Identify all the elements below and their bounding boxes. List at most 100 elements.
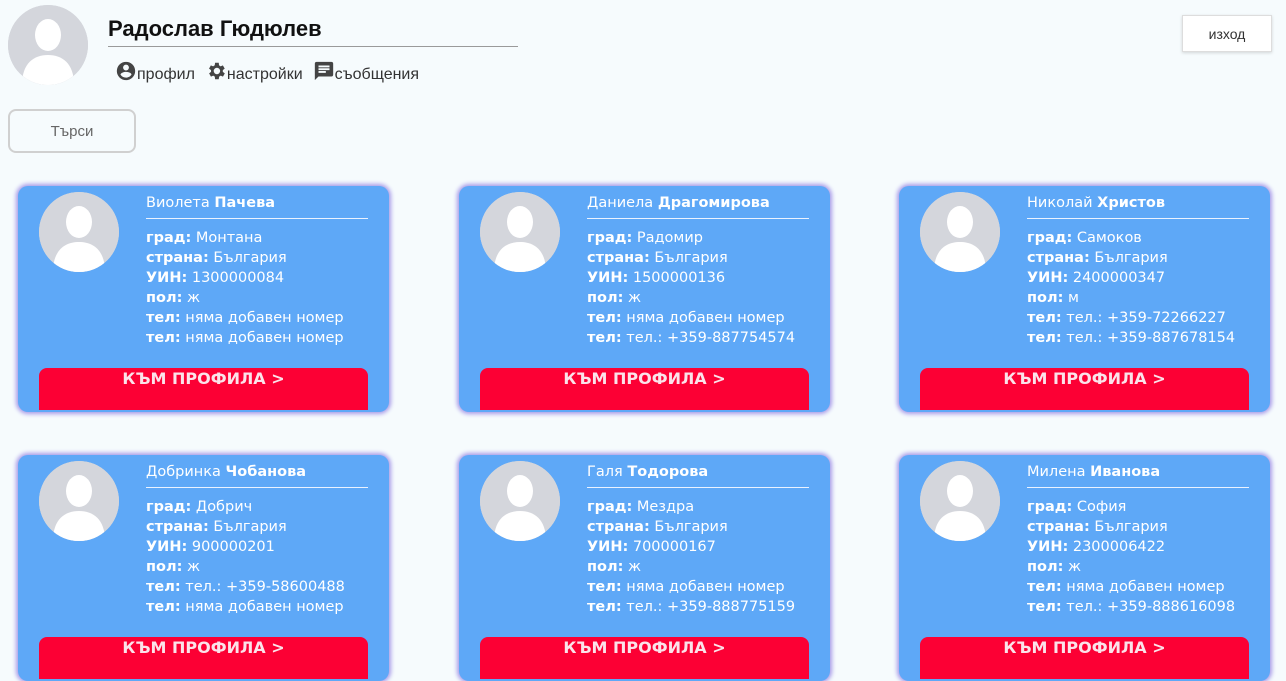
detail-row-gender: пол: ж — [587, 557, 795, 577]
detail-value: няма добавен номер — [626, 579, 785, 595]
detail-label: тел: — [146, 599, 181, 615]
detail-row-gender: пол: ж — [1027, 557, 1235, 577]
detail-value: Самоков — [1076, 230, 1142, 246]
person-card: Милена Иванова град: София страна: Българи… — [899, 455, 1270, 681]
gear-icon — [205, 60, 227, 82]
detail-row-country: страна: България — [1027, 248, 1235, 268]
to-profile-button[interactable]: КЪМ ПРОФИЛА > — [480, 368, 809, 410]
person-name: Галя Тодорова — [587, 461, 809, 488]
account-circle-icon — [115, 60, 137, 82]
nav-settings[interactable]: настройки — [205, 60, 303, 83]
nav-messages[interactable]: съобщения — [313, 60, 420, 83]
person-details: град: Радомир страна: България УИН: 150000… — [587, 228, 795, 348]
detail-row-city: град: Монтана — [146, 228, 344, 248]
person-last-name: Чобанова — [225, 464, 307, 480]
person-avatar — [920, 461, 1000, 541]
detail-label: страна: — [1027, 250, 1090, 266]
detail-label: пол: — [1027, 290, 1064, 306]
detail-row-city: град: София — [1027, 497, 1235, 517]
detail-value: 900000201 — [191, 539, 275, 555]
detail-row-city: град: Мездра — [587, 497, 795, 517]
detail-label: тел: — [146, 330, 181, 346]
detail-label: тел: — [1027, 599, 1062, 615]
detail-row-phone1: тел: няма добавен номер — [1027, 577, 1235, 597]
detail-row-phone2: тел: тел.: +359-888616098 — [1027, 597, 1235, 617]
detail-value: тел.: +359-58600488 — [185, 579, 345, 595]
detail-row-phone1: тел: няма добавен номер — [587, 308, 795, 328]
detail-value: 1500000136 — [632, 270, 726, 286]
detail-value: няма добавен номер — [1066, 579, 1225, 595]
detail-row-phone1: тел: няма добавен номер — [146, 308, 344, 328]
detail-label: УИН: — [1027, 539, 1069, 555]
person-avatar — [39, 192, 119, 272]
person-silhouette-icon — [920, 461, 1000, 541]
detail-label: град: — [587, 499, 633, 515]
person-avatar — [480, 461, 560, 541]
detail-label: страна: — [1027, 519, 1090, 535]
header: Радослав Гюдюлев профил настройки съобще… — [0, 0, 1286, 100]
search-button[interactable]: Търси — [8, 109, 136, 153]
person-avatar — [480, 192, 560, 272]
person-first-name: Галя — [587, 464, 623, 480]
user-avatar[interactable] — [8, 5, 88, 85]
person-first-name: Милена — [1027, 464, 1086, 480]
detail-label: страна: — [146, 250, 209, 266]
detail-row-phone2: тел: тел.: +359-887678154 — [1027, 328, 1235, 348]
to-profile-button[interactable]: КЪМ ПРОФИЛА > — [39, 368, 368, 410]
nav-messages-label: съобщения — [334, 66, 420, 83]
detail-value: ж — [628, 290, 642, 306]
nav-settings-label: настройки — [226, 66, 303, 83]
detail-value: м — [1068, 290, 1079, 306]
detail-label: тел: — [587, 330, 622, 346]
person-details: град: Добрич страна: България УИН: 9000002… — [146, 497, 345, 617]
to-profile-button[interactable]: КЪМ ПРОФИЛА > — [920, 637, 1249, 679]
detail-row-phone2: тел: няма добавен номер — [146, 597, 345, 617]
to-profile-button[interactable]: КЪМ ПРОФИЛА > — [480, 637, 809, 679]
detail-value: тел.: +359-888775159 — [626, 599, 796, 615]
detail-row-gender: пол: м — [1027, 288, 1235, 308]
person-silhouette-icon — [480, 192, 560, 272]
detail-row-country: страна: България — [587, 248, 795, 268]
detail-label: страна: — [587, 519, 650, 535]
detail-row-country: страна: България — [146, 248, 344, 268]
detail-value: няма добавен номер — [185, 599, 344, 615]
person-name: Милена Иванова — [1027, 461, 1249, 488]
person-first-name: Добринка — [146, 464, 221, 480]
nav-profile-label: профил — [137, 66, 195, 83]
detail-label: град: — [1027, 230, 1073, 246]
detail-row-city: град: Радомир — [587, 228, 795, 248]
person-name: Добринка Чобанова — [146, 461, 368, 488]
detail-value: България — [213, 519, 287, 535]
detail-row-phone2: тел: няма добавен номер — [146, 328, 344, 348]
person-silhouette-icon — [920, 192, 1000, 272]
nav-profile[interactable]: профил — [115, 60, 195, 83]
detail-label: тел: — [146, 579, 181, 595]
detail-value: тел.: +359-72266227 — [1066, 310, 1226, 326]
detail-row-uin: УИН: 900000201 — [146, 537, 345, 557]
detail-value: ж — [1068, 559, 1082, 575]
detail-label: тел: — [1027, 330, 1062, 346]
person-first-name: Николай — [1027, 195, 1093, 211]
person-name: Виолета Пачева — [146, 192, 368, 219]
detail-row-uin: УИН: 1500000136 — [587, 268, 795, 288]
logout-button[interactable]: изход — [1182, 15, 1272, 52]
to-profile-button[interactable]: КЪМ ПРОФИЛА > — [39, 637, 368, 679]
person-last-name: Иванова — [1090, 464, 1161, 480]
detail-row-uin: УИН: 2400000347 — [1027, 268, 1235, 288]
detail-label: УИН: — [587, 539, 629, 555]
detail-label: УИН: — [1027, 270, 1069, 286]
detail-label: УИН: — [146, 270, 188, 286]
detail-row-country: страна: България — [146, 517, 345, 537]
person-last-name: Пачева — [214, 195, 276, 211]
detail-label: пол: — [587, 290, 624, 306]
to-profile-button[interactable]: КЪМ ПРОФИЛА > — [920, 368, 1249, 410]
person-last-name: Христов — [1097, 195, 1166, 211]
detail-value: няма добавен номер — [185, 330, 344, 346]
detail-value: 1300000084 — [191, 270, 285, 286]
detail-label: град: — [146, 230, 192, 246]
detail-row-uin: УИН: 2300006422 — [1027, 537, 1235, 557]
person-card: Николай Христов град: Самоков страна: Бълг… — [899, 186, 1270, 412]
user-name: Радослав Гюдюлев — [108, 14, 518, 47]
detail-label: град: — [1027, 499, 1073, 515]
detail-value: България — [1094, 519, 1168, 535]
